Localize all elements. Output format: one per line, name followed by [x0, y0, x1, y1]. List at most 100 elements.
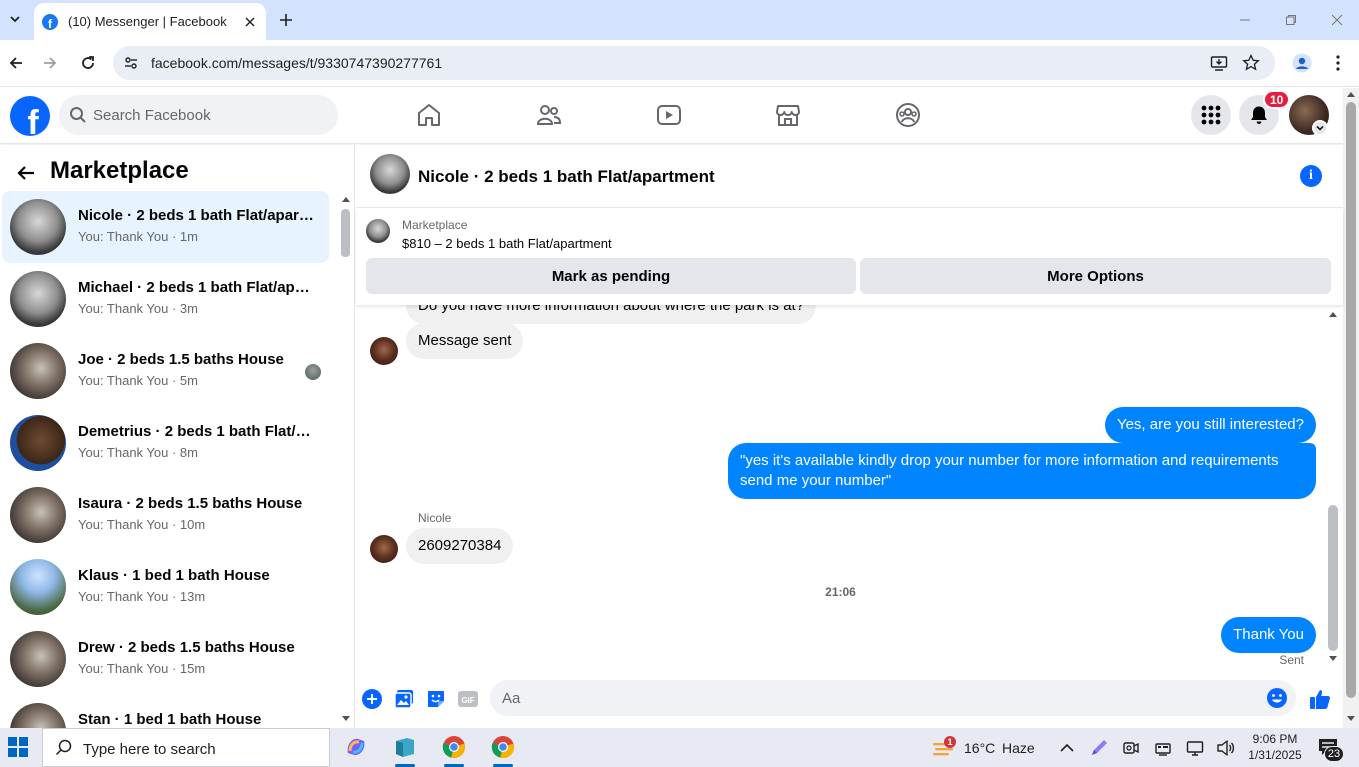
profile-icon [1292, 53, 1312, 73]
device-icon [1155, 743, 1171, 756]
forward-button[interactable] [38, 51, 62, 75]
chevron-down-icon [10, 16, 20, 23]
page-scrollbar[interactable] [1343, 88, 1359, 728]
mark-as-pending-button[interactable]: Mark as pending [366, 258, 856, 294]
more-options-button[interactable]: More Options [860, 258, 1331, 294]
conversation-avatar [10, 343, 66, 399]
nav-friends[interactable] [534, 100, 564, 130]
facebook-search[interactable] [59, 95, 338, 135]
reload-button[interactable] [76, 51, 100, 75]
tune-icon [125, 57, 137, 69]
taskbar-chrome-profile[interactable] [490, 734, 516, 760]
facebook-logo[interactable]: f [10, 96, 50, 136]
pen-icon [1092, 740, 1107, 755]
tab-close-button[interactable] [242, 14, 258, 30]
restore-button[interactable] [1279, 8, 1303, 32]
conversation-item-klaus[interactable]: Klaus · 1 bed 1 bath House You: Thank Yo… [2, 551, 329, 623]
search-icon [55, 739, 72, 756]
conversation-preview: You: Thank You · 10m [78, 517, 206, 532]
conversation-item-michael[interactable]: Michael · 2 beds 1 bath Flat/apartment Y… [2, 263, 329, 335]
conversation-name: Joe · 2 beds 1.5 baths House [78, 351, 284, 368]
gif-button[interactable]: GIF [457, 688, 479, 710]
back-button[interactable] [4, 51, 28, 75]
browser-tab-active[interactable]: f (10) Messenger | Facebook [34, 3, 266, 40]
listing-thumbnail[interactable] [366, 219, 390, 243]
page-scroll-thumb[interactable] [1346, 102, 1356, 698]
browser-menu-button[interactable] [1326, 51, 1350, 75]
device-tray-button[interactable] [1153, 738, 1173, 758]
sender-avatar [370, 535, 398, 563]
close-window-button[interactable] [1325, 8, 1349, 32]
sidebar-scroll-thumb[interactable] [341, 209, 350, 257]
pen-tray-button[interactable] [1089, 738, 1109, 758]
nav-marketplace[interactable] [773, 100, 803, 130]
info-icon: i [1309, 168, 1313, 183]
conversation-item-isaura[interactable]: Isaura · 2 beds 1.5 baths House You: Tha… [2, 479, 329, 551]
nav-groups[interactable] [893, 100, 923, 130]
show-hidden-icons-button[interactable] [1057, 738, 1077, 758]
send-like-button[interactable] [1309, 688, 1331, 710]
conversation-info-button[interactable]: i [1300, 165, 1322, 187]
conversation-name: Nicole · 2 beds 1 bath Flat/apartment [78, 207, 314, 224]
volume-button[interactable] [1216, 738, 1236, 758]
sidebar-title: Marketplace [50, 157, 189, 184]
start-button[interactable] [8, 737, 28, 757]
search-icon [70, 107, 86, 123]
nav-home[interactable] [414, 100, 444, 130]
listing-title[interactable]: $810 – 2 beds 1 bath Flat/apartment [402, 236, 612, 251]
bookmark-button[interactable] [1241, 53, 1261, 73]
chevron-up-icon [1060, 743, 1074, 752]
taskbar-chrome[interactable] [441, 734, 467, 760]
menu-button[interactable] [1191, 95, 1231, 135]
sticker-button[interactable] [425, 688, 447, 710]
conversation-item-demetrius[interactable]: Demetrius · 2 beds 1 bath Flat/apartment… [2, 407, 329, 479]
chat-header: Nicole · 2 beds 1 bath Flat/apartment i [356, 145, 1343, 208]
weather-condition[interactable]: Haze [1002, 740, 1035, 756]
attach-photo-button[interactable] [393, 688, 415, 710]
tab-search-button[interactable] [3, 7, 27, 31]
back-to-chats-button[interactable] [12, 159, 40, 187]
video-icon [657, 105, 681, 125]
message-bubble-outgoing: Yes, are you still interested? [1104, 407, 1316, 443]
taskbar-app-store[interactable] [392, 734, 418, 760]
messages-scrollbar[interactable] [1325, 305, 1341, 668]
message-input-container[interactable] [490, 680, 1296, 716]
weather-temperature[interactable]: 16°C [964, 740, 995, 756]
nav-video[interactable] [654, 100, 684, 130]
conversation-item-nicole[interactable]: Nicole · 2 beds 1 bath Flat/apartment Yo… [2, 191, 329, 263]
windows-logo-icon [19, 737, 28, 746]
conversation-avatar [10, 415, 66, 471]
messages-scroll-thumb[interactable] [1328, 505, 1338, 651]
taskbar-search[interactable]: Type here to search [42, 728, 330, 767]
taskbar-clock[interactable]: 9:06 PM 1/31/2025 [1244, 731, 1306, 763]
message-bubble-incoming: Do you have more information about where… [406, 305, 816, 324]
scroll-down-arrow-icon [1347, 716, 1355, 721]
conversation-name: Stan · 1 bed 1 bath House [78, 711, 262, 728]
network-button[interactable] [1185, 738, 1205, 758]
restore-icon [1286, 15, 1296, 25]
conversation-item-stan[interactable]: Stan · 1 bed 1 bath House [2, 695, 329, 728]
meet-now-button[interactable] [1121, 738, 1141, 758]
install-app-button[interactable] [1209, 53, 1229, 73]
emoji-icon[interactable] [1266, 687, 1288, 709]
plus-icon [280, 14, 292, 26]
site-info-button[interactable] [121, 53, 141, 73]
minimize-button[interactable] [1233, 8, 1257, 32]
chat-title[interactable]: Nicole · 2 beds 1 bath Flat/apartment [418, 167, 715, 187]
omnibox[interactable]: facebook.com/messages/t/9330747390277761 [113, 46, 1275, 80]
chat-avatar[interactable] [370, 154, 410, 194]
message-input[interactable] [502, 680, 1262, 716]
conversation-item-joe[interactable]: Joe · 2 beds 1.5 baths House You: Thank … [2, 335, 329, 407]
marketplace-icon [776, 105, 800, 126]
chrome-icon [491, 736, 515, 759]
account-menu-button[interactable] [1312, 120, 1328, 136]
search-input[interactable] [93, 95, 328, 135]
new-tab-button[interactable] [274, 8, 298, 32]
conversation-item-drew[interactable]: Drew · 2 beds 1.5 baths House You: Thank… [2, 623, 329, 695]
more-actions-button[interactable] [361, 688, 383, 710]
conversation-preview: You: Thank You · 15m [78, 661, 206, 676]
sidebar-scrollbar[interactable] [338, 193, 353, 728]
scroll-down-arrow-icon [1329, 656, 1337, 661]
profile-button[interactable] [1290, 51, 1314, 75]
taskbar-copilot[interactable] [343, 734, 369, 760]
